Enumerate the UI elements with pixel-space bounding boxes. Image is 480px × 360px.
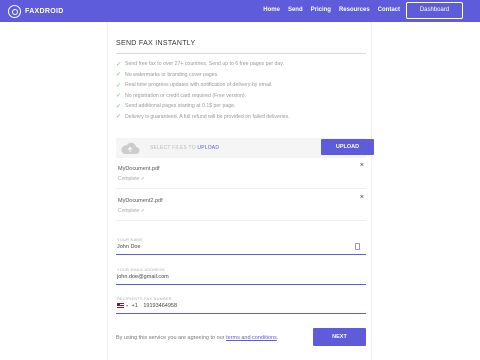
email-field[interactable]: YOUR EMAIL ADDRESS john.doe@gmail.com xyxy=(116,268,366,292)
fax-number-label: RECIPIENTS FAX NUMBER xyxy=(117,297,172,301)
dashboard-button[interactable]: Dashboard xyxy=(406,2,463,19)
upload-dropzone[interactable]: SELECT FILES TO UPLOAD UPLOAD xyxy=(116,138,374,158)
name-input[interactable]: John Doe xyxy=(117,244,141,250)
file-divider xyxy=(116,220,366,221)
fax-number-field[interactable]: RECIPIENTS FAX NUMBER ▾ +1 19193464958 xyxy=(116,297,366,321)
fax-number-value: 19193464958 xyxy=(143,303,178,309)
fax-number-input[interactable]: ▾ +1 19193464958 xyxy=(117,303,177,309)
nav-pricing[interactable]: Pricing xyxy=(311,7,331,13)
send-fax-card: SEND FAX INSTANTLY ✓ Send free fax to ove… xyxy=(107,22,374,360)
logo-icon xyxy=(8,4,21,18)
title-divider xyxy=(116,53,366,54)
feature-item: ✓ No watermarks or branding cover pages. xyxy=(116,71,219,79)
file-status: Complete ✓ xyxy=(118,176,145,182)
remove-file-button[interactable]: × xyxy=(360,194,364,201)
check-icon: ✓ xyxy=(116,103,122,110)
feature-list: ✓ Send free fax to over 27+ countries. Se… xyxy=(116,59,290,122)
field-underline xyxy=(116,313,366,314)
main-nav: Home Send Pricing Resources Contact xyxy=(263,7,400,13)
page-body: SEND FAX INSTANTLY ✓ Send free fax to ove… xyxy=(0,22,480,360)
contact-card-icon xyxy=(355,243,360,250)
file-name: MyDocument.pdf xyxy=(118,166,160,172)
check-icon: ✓ xyxy=(116,93,122,100)
uploaded-file: MyDocument2.pdf Complete ✓ × xyxy=(116,194,366,224)
nav-send[interactable]: Send xyxy=(288,7,303,13)
file-divider xyxy=(116,188,366,189)
email-label: YOUR EMAIL ADDRESS xyxy=(117,268,165,272)
upload-link[interactable]: UPLOAD xyxy=(197,145,219,151)
check-icon: ✓ xyxy=(116,61,122,68)
screen: FAXDROID Home Send Pricing Resources Con… xyxy=(0,0,480,360)
field-underline xyxy=(116,254,366,255)
terms-notice: By using this service you are agreeing t… xyxy=(116,335,279,341)
feature-item: ✓ No registration or credit card required… xyxy=(116,92,247,100)
cloud-upload-icon xyxy=(121,142,140,154)
feature-item: ✓ Send free fax to over 27+ countries. Se… xyxy=(116,61,284,68)
feature-item: ✓ Send additional pages starting at 0.1$ … xyxy=(116,103,236,110)
check-icon: ✓ xyxy=(116,72,122,79)
check-icon: ✓ xyxy=(116,82,122,89)
us-flag-icon[interactable] xyxy=(117,303,124,309)
country-code: +1 xyxy=(131,303,138,309)
form-title: SEND FAX INSTANTLY xyxy=(116,40,196,47)
logo-text: FAXDROID xyxy=(25,7,64,15)
logo[interactable]: FAXDROID xyxy=(8,4,64,18)
nav-home[interactable]: Home xyxy=(263,7,280,13)
field-underline xyxy=(116,284,366,285)
terms-link[interactable]: terms and conditions xyxy=(226,335,277,341)
name-label: YOUR NAME xyxy=(117,238,143,242)
feature-item: ✓ Real time progress updates with notific… xyxy=(116,82,273,89)
nav-contact[interactable]: Contact xyxy=(378,7,400,13)
feature-item: ✓ Delivery is guaranteed. A full refund w… xyxy=(116,113,290,121)
file-status: Complete ✓ xyxy=(118,208,145,214)
email-input[interactable]: john.doe@gmail.com xyxy=(117,274,169,280)
nav-resources[interactable]: Resources xyxy=(339,7,370,13)
file-name: MyDocument2.pdf xyxy=(118,198,163,204)
country-dropdown-caret[interactable]: ▾ xyxy=(126,303,128,308)
top-nav-bar: FAXDROID Home Send Pricing Resources Con… xyxy=(0,0,480,22)
remove-file-button[interactable]: × xyxy=(360,162,364,169)
name-field[interactable]: YOUR NAME John Doe xyxy=(116,238,366,262)
upload-prompt: SELECT FILES TO UPLOAD xyxy=(150,145,220,151)
check-icon: ✓ xyxy=(140,176,145,182)
upload-button[interactable]: UPLOAD xyxy=(321,139,374,155)
uploaded-file: MyDocument.pdf Complete ✓ × xyxy=(116,162,366,192)
next-button[interactable]: NEXT xyxy=(313,328,366,346)
check-icon: ✓ xyxy=(140,208,145,214)
check-icon: ✓ xyxy=(116,114,122,121)
